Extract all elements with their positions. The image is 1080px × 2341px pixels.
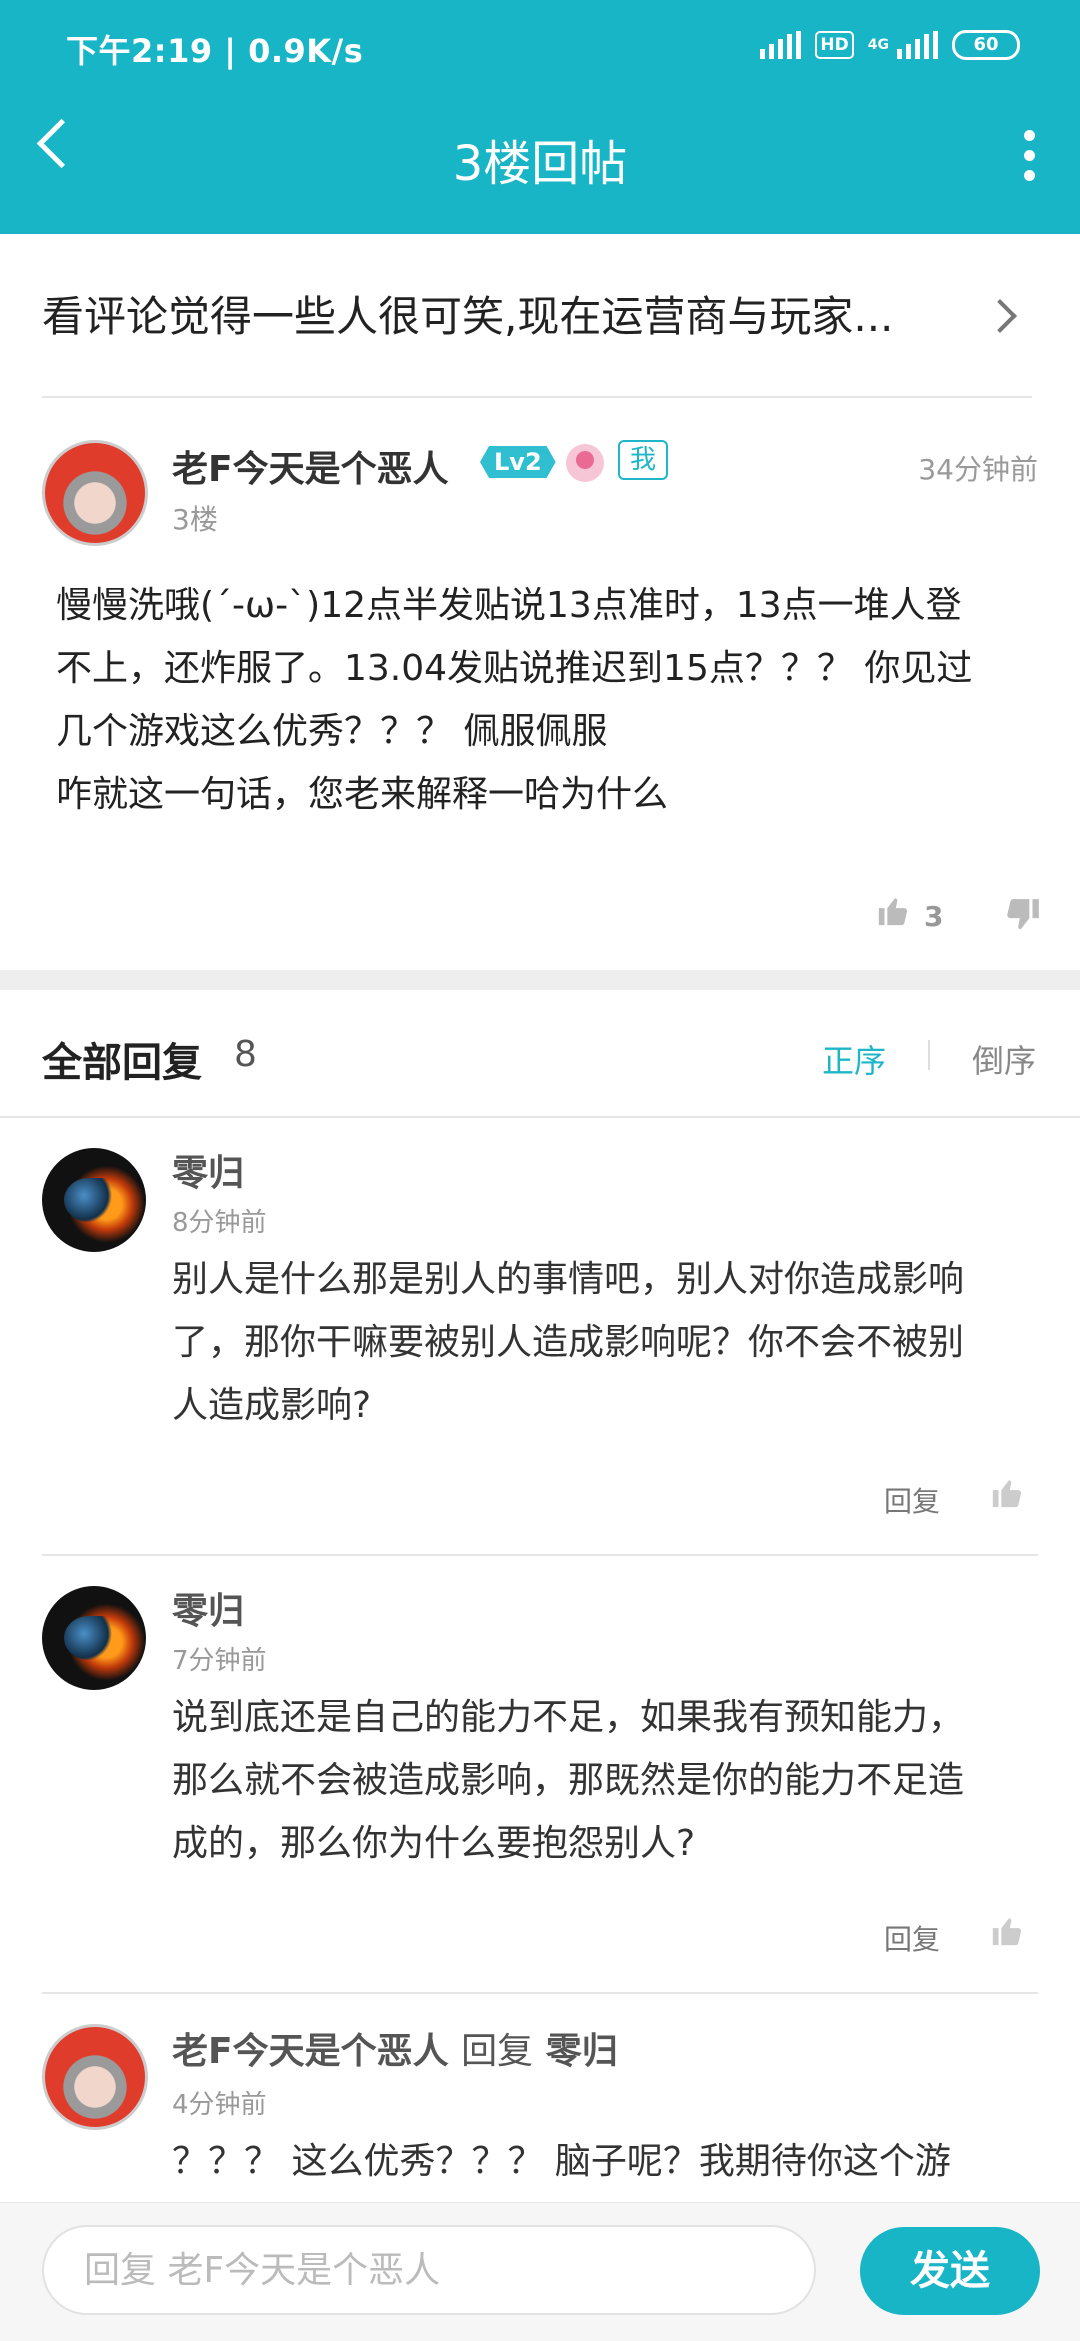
reply-content: 别人是什么那是别人的事情吧，别人对你造成影响 了，那你干嘛要被别人造成影响呢？你… [172, 1248, 1042, 1437]
network-type: 4G [867, 37, 889, 53]
post-line: 慢慢洗哦(´-ω-`)12点半发贴说13点准时，13点一堆人登 [56, 585, 962, 626]
floor-number: 3楼 [172, 503, 218, 536]
battery-icon: 60 [952, 30, 1020, 60]
thread-title: 看评论觉得一些人很可笑,现在运营商与玩家... [42, 292, 894, 341]
reply-content: ？？？ 这么优秀？？？ 脑子呢？我期待你这个游 [172, 2130, 1042, 2193]
post-line: 咋就这一句话，您老来解释一哈为什么 [56, 774, 669, 815]
reply-line: ？？？ 这么优秀？？？ 脑子呢？我期待你这个游 [172, 2141, 951, 2182]
post-author[interactable]: 老F今天是个恶人 [172, 440, 449, 492]
reply-line: 说到底还是自己的能力不足，如果我有预知能力， [172, 1697, 965, 1738]
reply-line: 成的，那么你为什么要抱怨别人? [172, 1823, 696, 1864]
top-bar: 下午2:19 | 0.9K/s HD 4G 60 3楼回帖 [0, 0, 1080, 234]
hd-badge: HD [815, 31, 854, 59]
reply-line: 别人是什么那是别人的事情吧，别人对你造成影响 [172, 1259, 965, 1300]
reply-line: 了，那你干嘛要被别人造成影响呢？你不会不被别 [172, 1322, 965, 1363]
reply-line: 人造成影响? [172, 1385, 372, 1426]
thumbs-up-icon[interactable] [990, 1914, 1024, 1948]
thumbs-up-icon[interactable] [990, 1476, 1024, 1510]
thread-link[interactable]: 看评论觉得一些人很可笑,现在运营商与玩家... [42, 272, 1032, 398]
divider [0, 1116, 1080, 1118]
reply-time: 8分钟前 [172, 1208, 267, 1238]
thumbs-up-icon[interactable] [876, 894, 910, 928]
me-badge: 我 [618, 440, 669, 480]
sort-ascending-tab[interactable]: 正序 [822, 1036, 886, 1082]
reply-target-name[interactable]: 零归 [546, 2031, 618, 2072]
reply-author-name[interactable]: 老F今天是个恶人 [172, 2031, 449, 2072]
post-line: 几个游戏这么优秀？？？ 佩服佩服 [56, 711, 608, 752]
signal-icon [760, 31, 802, 59]
reply-time: 7分钟前 [172, 1646, 267, 1676]
post-time: 34分钟前 [918, 453, 1038, 486]
status-time: 下午2:19 | 0.9K/s [66, 32, 364, 70]
reply-author: 老F今天是个恶人 回复 零归 [172, 2022, 618, 2074]
all-replies-title: 全部回复 [42, 1040, 202, 1086]
avatar[interactable] [42, 1148, 146, 1252]
avatar[interactable] [42, 1586, 146, 1690]
reply-time: 4分钟前 [172, 2090, 267, 2120]
post-line: 不上，还炸服了。13.04发贴说推迟到15点？？？ 你见过 [56, 648, 973, 689]
medal-icon [566, 444, 604, 482]
avatar[interactable] [42, 440, 148, 546]
divider [42, 1554, 1038, 1556]
post-content: 慢慢洗哦(´-ω-`)12点半发贴说13点准时，13点一堆人登 不上，还炸服了。… [56, 574, 1046, 826]
reply-word: 回复 [461, 2031, 534, 2072]
reply-author[interactable]: 零归 [172, 1144, 244, 1196]
signal-4g-icon [897, 31, 938, 59]
status-icons: HD 4G 60 [760, 30, 1020, 60]
section-separator [0, 970, 1080, 990]
reply-input[interactable] [42, 2225, 816, 2315]
avatar[interactable] [42, 2024, 148, 2130]
reply-author[interactable]: 零归 [172, 1582, 244, 1634]
composer-bar: 发送 [0, 2202, 1080, 2341]
reply-button[interactable]: 回复 [884, 1480, 940, 1520]
sort-divider [928, 1040, 930, 1070]
reply-count: 8 [234, 1034, 257, 1075]
thumbs-down-icon[interactable] [1004, 896, 1042, 934]
page-title: 3楼回帖 [452, 136, 628, 192]
level-badge: Lv2 [480, 446, 556, 478]
sort-descending-tab[interactable]: 倒序 [972, 1036, 1036, 1082]
send-button[interactable]: 发送 [860, 2227, 1040, 2315]
reply-line: 那么就不会被造成影响，那既然是你的能力不足造 [172, 1760, 965, 1801]
reply-button[interactable]: 回复 [884, 1918, 940, 1958]
like-count: 3 [924, 900, 944, 933]
divider [42, 1992, 1038, 1994]
reply-content: 说到底还是自己的能力不足，如果我有预知能力， 那么就不会被造成影响，那既然是你的… [172, 1686, 1042, 1875]
more-options-icon[interactable] [1024, 130, 1036, 181]
